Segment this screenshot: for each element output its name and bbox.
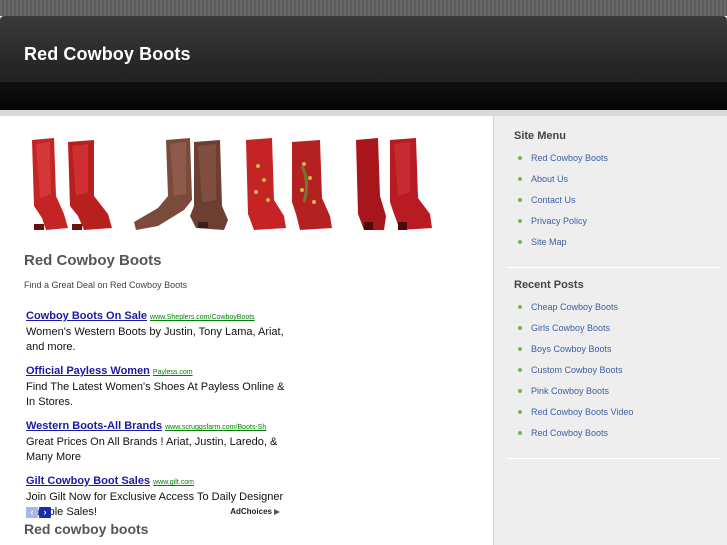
bullet-icon [518,431,522,435]
ad-navigation: ‹ › AdChoices [26,507,280,519]
bullet-icon [518,219,522,223]
ad-description: Find The Latest Women's Shoes At Payless… [26,381,285,408]
recent-posts-title: Recent Posts [514,279,584,291]
ad-url-link[interactable]: Payless.com [153,369,193,376]
main-content: Red Cowboy Boots Find a Great Deal on Re… [0,116,493,545]
adchoices-link[interactable]: AdChoices [230,507,280,516]
bullet-icon [518,156,522,160]
sidebar-divider [506,458,720,459]
recent-post-link[interactable]: Girls Cowboy Boots [531,323,610,333]
ad-title-link[interactable]: Western Boots-All Brands [26,420,162,432]
ad-title-link[interactable]: Cowboy Boots On Sale [26,310,147,322]
ad-description: Great Prices On All Brands ! Ariat, Just… [26,436,278,463]
adchoices-icon [274,508,280,515]
red-studded-cowboy-boots-image[interactable] [244,136,336,236]
site-header: Red Cowboy Boots Red Cowboy Boots [0,16,727,110]
bullet-icon [518,347,522,351]
post-title[interactable]: Red Cowboy Boots [24,252,162,269]
site-menu-link[interactable]: Red Cowboy Boots [531,153,608,163]
recent-post-item[interactable]: Red Cowboy Boots Video [518,402,633,423]
ad-item: Cowboy Boots On Sale www.Sheplers.com/Cow… [26,306,296,355]
sidebar: Site Menu Red Cowboy Boots About Us Cont… [493,116,727,545]
ad-title-link[interactable]: Gilt Cowboy Boot Sales [26,475,150,487]
adchoices-label: AdChoices [230,507,272,516]
title-underline [24,82,92,83]
bullet-icon [518,177,522,181]
recent-post-link[interactable]: Cheap Cowboy Boots [531,302,618,312]
brown-cowboy-boots-image[interactable] [128,136,232,236]
ad-item: Western Boots-All Brands www.scruggsfarm.… [26,416,296,465]
recent-post-link[interactable]: Boys Cowboy Boots [531,344,612,354]
sidebar-divider [506,267,720,268]
recent-post-item[interactable]: Red Cowboy Boots [518,423,633,444]
ad-url-link[interactable]: www.gilt.com [153,479,194,486]
recent-post-link[interactable]: Pink Cowboy Boots [531,386,609,396]
site-title[interactable]: Red Cowboy Boots [24,44,191,65]
bullet-icon [518,240,522,244]
bullet-icon [518,198,522,202]
product-image-strip [24,136,444,236]
site-menu-link[interactable]: Contact Us [531,195,576,205]
site-menu-item[interactable]: Privacy Policy [518,211,608,232]
recent-post-link[interactable]: Red Cowboy Boots [531,428,608,438]
post-intro: Find a Great Deal on Red Cowboy Boots [24,280,188,290]
site-menu-title: Site Menu [514,130,566,142]
bullet-icon [518,389,522,393]
ad-url-link[interactable]: www.Sheplers.com/CowboyBoots [150,314,255,321]
ad-block: Cowboy Boots On Sale www.Sheplers.com/Cow… [26,306,296,526]
recent-post-item[interactable]: Girls Cowboy Boots [518,318,633,339]
top-band [0,0,727,16]
site-menu-list: Red Cowboy Boots About Us Contact Us Pri… [518,148,608,253]
site-menu-item[interactable]: Site Map [518,232,608,253]
section-heading: Red cowboy boots [24,521,149,537]
ad-url-link[interactable]: www.scruggsfarm.com/Boots-Sh [165,424,266,431]
recent-posts-list: Cheap Cowboy Boots Girls Cowboy Boots Bo… [518,297,633,444]
site-menu-link[interactable]: Privacy Policy [531,216,587,226]
ad-item: Official Payless Women Payless.com Find T… [26,361,296,410]
bullet-icon [518,326,522,330]
site-menu-item[interactable]: Contact Us [518,190,608,211]
site-menu-item[interactable]: Red Cowboy Boots [518,148,608,169]
ad-title-link[interactable]: Official Payless Women [26,365,150,377]
site-tagline: Red Cowboy Boots [24,84,93,93]
ad-description: Women's Western Boots by Justin, Tony La… [26,326,284,353]
recent-post-link[interactable]: Custom Cowboy Boots [531,365,623,375]
site-menu-link[interactable]: About Us [531,174,568,184]
bullet-icon [518,410,522,414]
recent-post-item[interactable]: Pink Cowboy Boots [518,381,633,402]
site-menu-link[interactable]: Site Map [531,237,567,247]
site-menu-item[interactable]: About Us [518,169,608,190]
recent-post-link[interactable]: Red Cowboy Boots Video [531,407,633,417]
recent-post-item[interactable]: Custom Cowboy Boots [518,360,633,381]
red-cowboy-boots-image[interactable] [24,136,116,236]
recent-post-item[interactable]: Boys Cowboy Boots [518,339,633,360]
dark-red-cowboy-boots-image[interactable] [350,136,436,236]
chevron-right-icon[interactable]: › [39,507,51,518]
bullet-icon [518,305,522,309]
chevron-left-icon[interactable]: ‹ [26,507,38,518]
bullet-icon [518,368,522,372]
recent-post-item[interactable]: Cheap Cowboy Boots [518,297,633,318]
